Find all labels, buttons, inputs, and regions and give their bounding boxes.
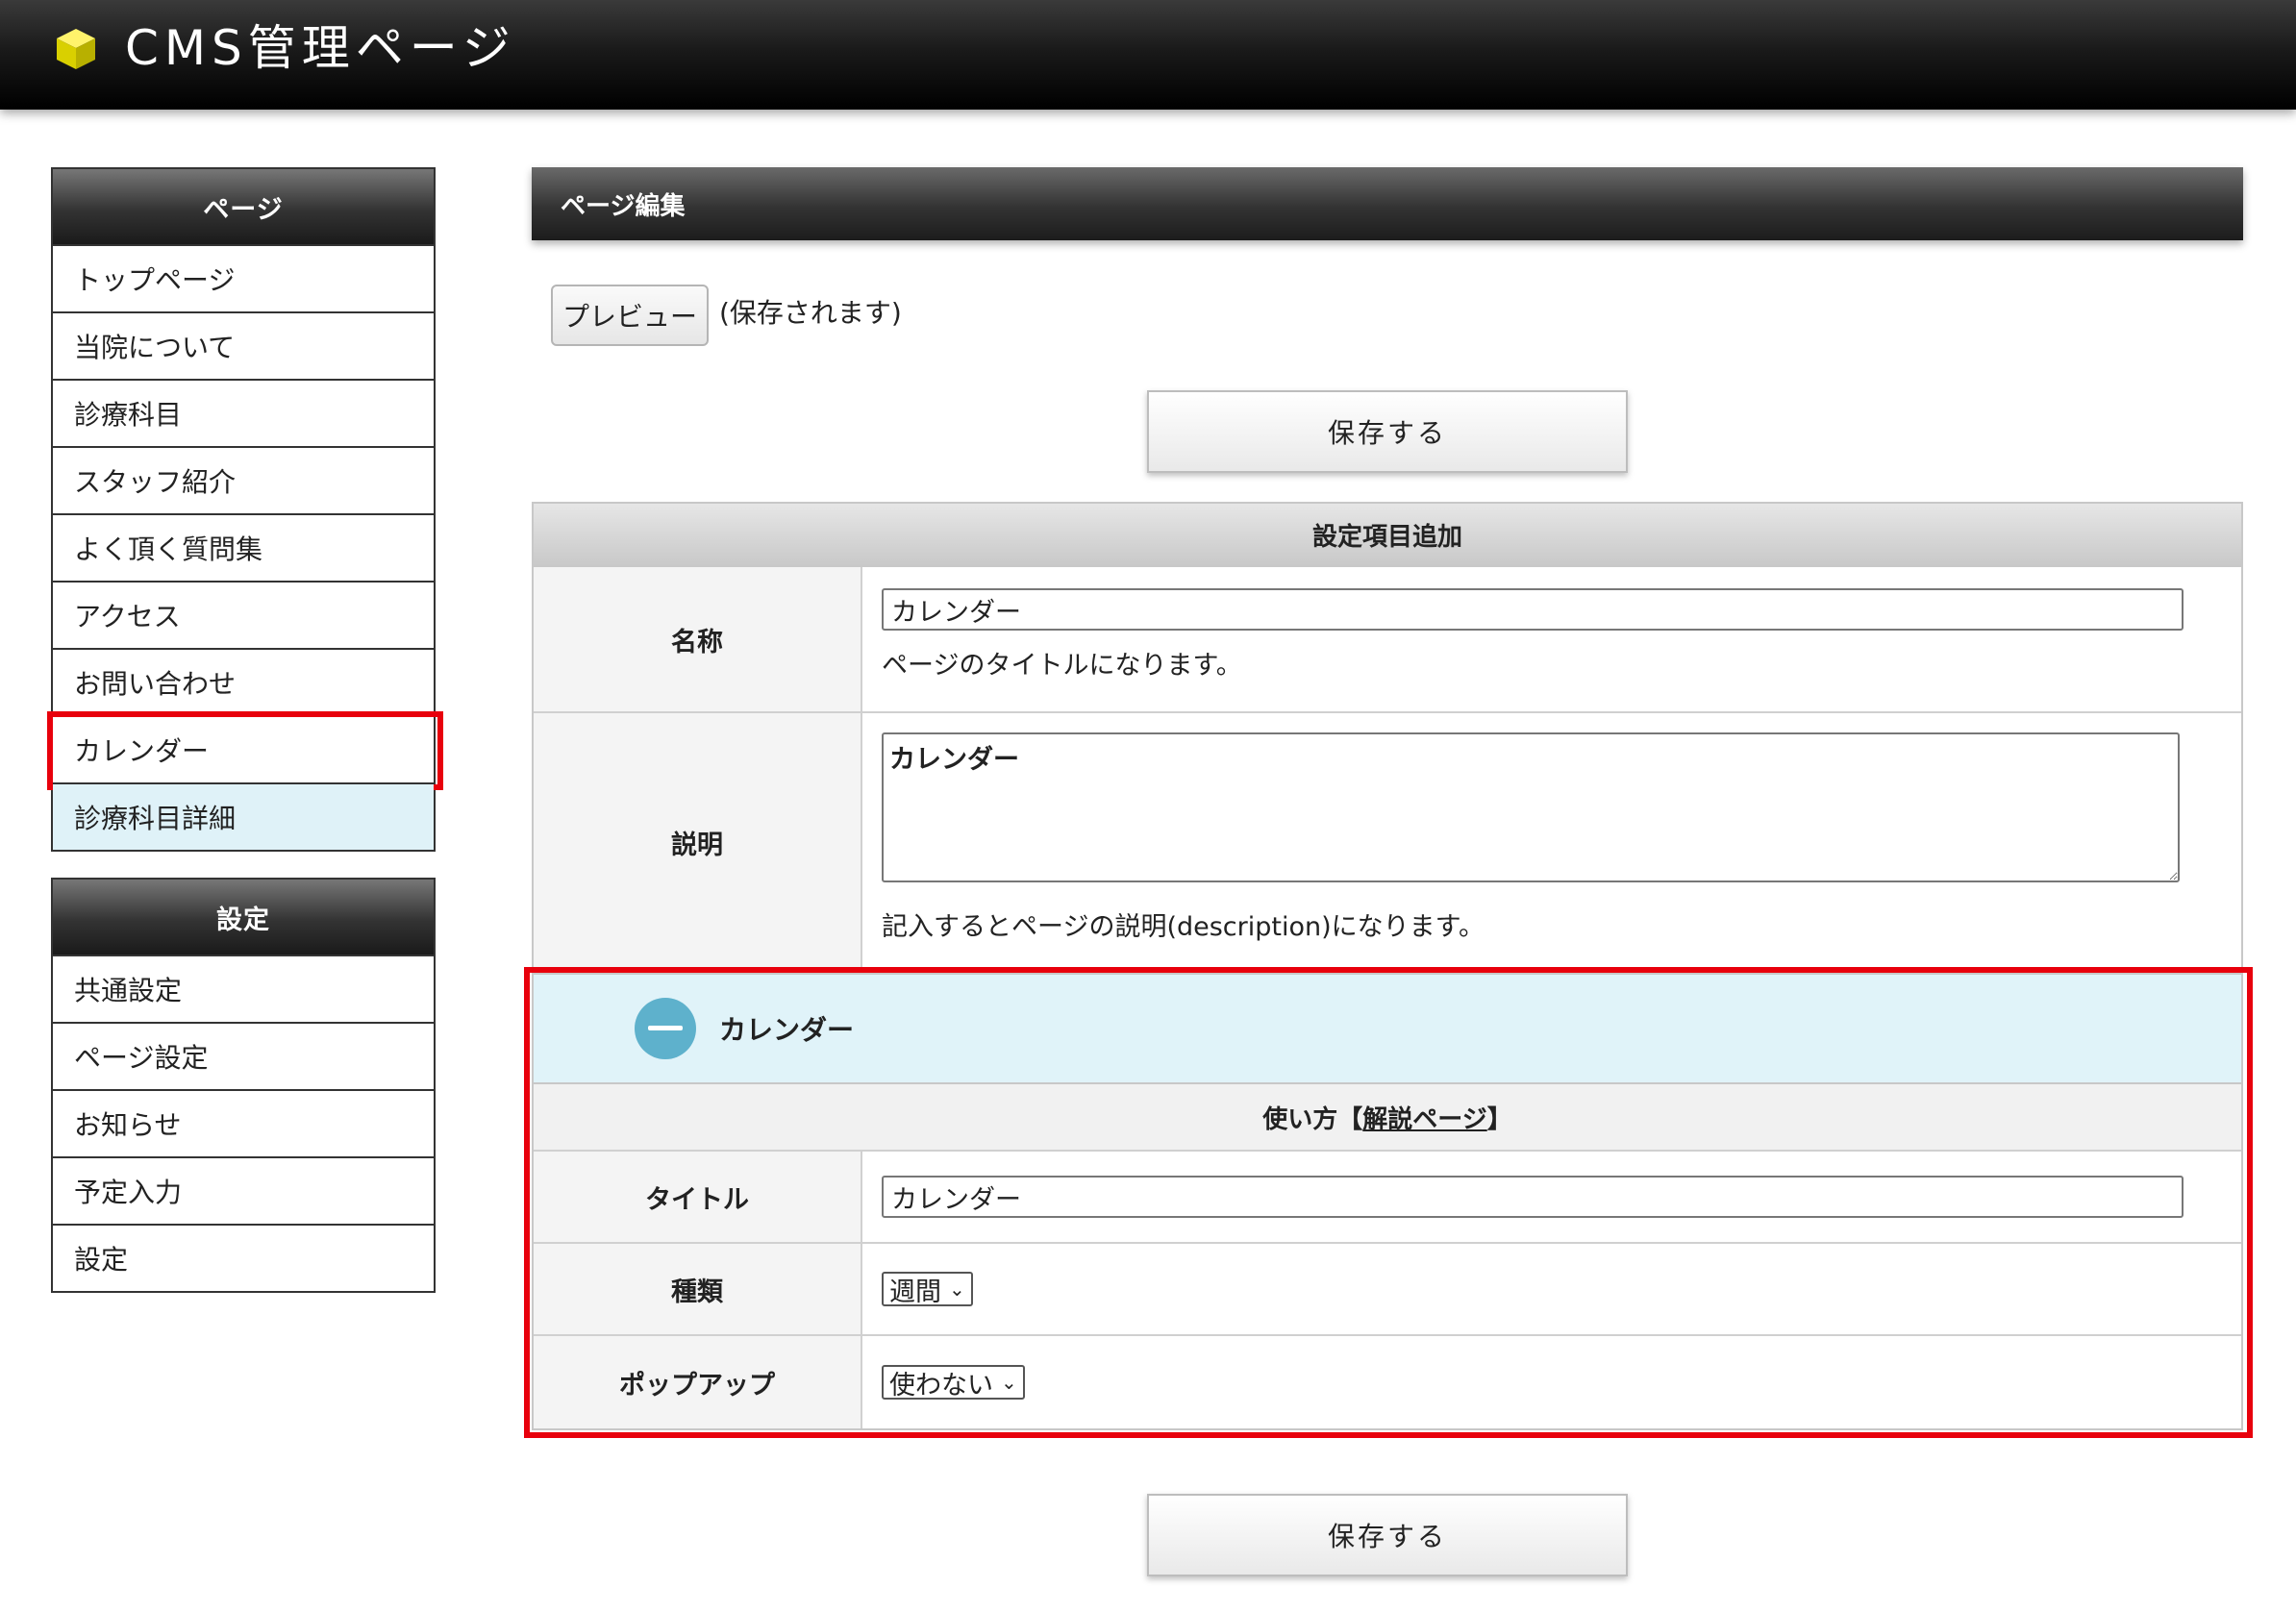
calendar-kind-row: 種類 週間 ⌄: [534, 1244, 2241, 1336]
sidebar-item-top[interactable]: トップページ: [53, 244, 434, 311]
name-cell: ページのタイトルになります。: [862, 567, 2241, 711]
usage-guide-link[interactable]: 解説ページ: [1362, 1100, 1486, 1135]
calendar-popup-select[interactable]: 使わない ⌄: [882, 1365, 1025, 1401]
cube-logo-icon: [57, 29, 95, 69]
calendar-popup-row: ポップアップ 使わない ⌄: [534, 1336, 2241, 1428]
usage-row: 使い方【 解説ページ】: [534, 1084, 2241, 1152]
sidebar-item-staff[interactable]: スタッフ紹介: [53, 446, 434, 513]
sidebar-item-news[interactable]: お知らせ: [53, 1089, 434, 1156]
sidebar-settings: 設定 共通設定 ページ設定 お知らせ 予定入力 設定: [51, 878, 436, 1293]
sidebar-item-department-detail[interactable]: 診療科目詳細: [53, 782, 434, 850]
settings-form: 設定項目追加 名称 ページのタイトルになります。 説明 カレンダー 記入するとペ…: [524, 502, 2253, 1438]
calendar-popup-value: 使わない: [889, 1370, 993, 1401]
preview-note: (保存されます): [719, 297, 902, 329]
usage-suffix: 】: [1486, 1104, 1512, 1134]
description-cell: カレンダー 記入するとページの説明(description)になります。: [862, 713, 2241, 971]
sidebar-item-settings[interactable]: 設定: [53, 1224, 434, 1291]
calendar-title-input[interactable]: [882, 1176, 2184, 1218]
chevron-down-icon: ⌄: [949, 1277, 965, 1301]
calendar-popup-cell: 使わない ⌄: [862, 1336, 2241, 1428]
sidebar-item-departments[interactable]: 診療科目: [53, 379, 434, 446]
calendar-popup-label: ポップアップ: [534, 1336, 862, 1428]
calendar-block: カレンダー 使い方【解説ページ】 タイトル 種類 週間 ⌄ ポップアップ: [524, 967, 2253, 1438]
calendar-header: カレンダー: [534, 975, 2241, 1084]
page-edit-heading: ページ編集: [532, 167, 2243, 240]
description-label: 説明: [534, 713, 862, 971]
sidebar-pages-heading: ページ: [53, 169, 434, 244]
usage-prefix: 使い方【: [1262, 1104, 1363, 1134]
sidebar-item-schedule[interactable]: 予定入力: [53, 1156, 434, 1224]
sidebar-item-about[interactable]: 当院について: [53, 311, 434, 379]
description-row: 説明 カレンダー 記入するとページの説明(description)になります。: [534, 713, 2241, 973]
calendar-title-label: タイトル: [534, 1152, 862, 1242]
top-bar: CMS管理ページ: [0, 0, 2296, 110]
sidebar-item-calendar[interactable]: カレンダー: [47, 711, 443, 790]
name-input[interactable]: [882, 588, 2184, 631]
sidebar-settings-heading: 設定: [53, 880, 434, 955]
sidebar-item-access[interactable]: アクセス: [53, 581, 434, 648]
calendar-kind-cell: 週間 ⌄: [862, 1244, 2241, 1334]
sidebar-pages: ページ トップページ 当院について 診療科目 スタッフ紹介 よく頂く質問集 アク…: [47, 167, 443, 852]
calendar-title-cell: [862, 1152, 2241, 1242]
calendar-kind-select[interactable]: 週間 ⌄: [882, 1272, 973, 1307]
save-button-top[interactable]: 保存する: [1147, 390, 1628, 473]
section-heading: 設定項目追加: [534, 504, 2241, 567]
chevron-down-icon: ⌄: [1001, 1371, 1017, 1394]
sidebar-item-page-settings[interactable]: ページ設定: [53, 1022, 434, 1089]
save-button-bottom[interactable]: 保存する: [1147, 1494, 1628, 1576]
calendar-title: カレンダー: [719, 1014, 855, 1046]
minus-circle-icon[interactable]: [635, 998, 696, 1059]
name-row: 名称 ページのタイトルになります。: [534, 567, 2241, 713]
calendar-kind-value: 週間: [889, 1277, 941, 1307]
name-label: 名称: [534, 567, 862, 711]
sidebar-item-contact[interactable]: お問い合わせ: [53, 648, 434, 715]
calendar-kind-label: 種類: [534, 1244, 862, 1334]
sidebar-item-common-settings[interactable]: 共通設定: [53, 955, 434, 1022]
app-title: CMS管理ページ: [125, 20, 516, 76]
description-textarea[interactable]: カレンダー: [882, 732, 2180, 882]
description-hint: 記入するとページの説明(description)になります。: [882, 912, 1485, 942]
sidebar-item-faq[interactable]: よく頂く質問集: [53, 513, 434, 581]
preview-button[interactable]: プレビュー: [551, 285, 709, 346]
calendar-title-row: タイトル: [534, 1152, 2241, 1244]
name-hint: ページのタイトルになります。: [882, 651, 1242, 681]
